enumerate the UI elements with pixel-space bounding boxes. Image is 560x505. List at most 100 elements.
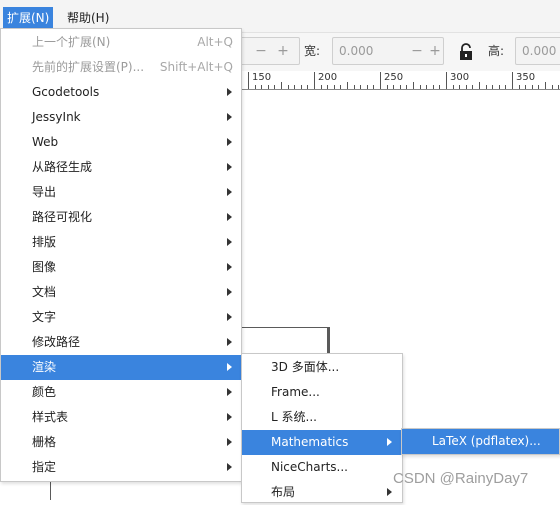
render-menu-item-l[interactable]: L 系统...	[242, 405, 402, 430]
submenu-arrow-icon	[227, 238, 232, 246]
extensions-menu: 上一个扩展(N) Alt+Q 先前的扩展设置(P)... Shift+Alt+Q Gco…	[0, 28, 242, 482]
ruler-tick	[307, 85, 309, 89]
render-menu-item-5[interactable]: 布局	[242, 480, 402, 505]
extensions-menu-item-15[interactable]: 样式表	[1, 405, 241, 430]
extensions-menu-item-17[interactable]: 指定	[1, 455, 241, 480]
extensions-menu-item-5[interactable]: 从路径生成	[1, 155, 241, 180]
ruler-tick	[479, 82, 480, 89]
ruler-tick	[545, 82, 546, 89]
submenu-arrow-icon	[387, 488, 392, 496]
menu-item-label: Gcodetools	[32, 85, 100, 99]
ruler-tick	[406, 85, 408, 89]
extensions-menu-item-11[interactable]: 文字	[1, 305, 241, 330]
horizontal-ruler[interactable]: 150 200 250 300 350	[242, 71, 560, 90]
height-label: 高:	[488, 44, 505, 58]
menu-item-label: Frame...	[271, 385, 320, 399]
menu-help[interactable]: 帮助(H)	[63, 7, 113, 29]
ruler-label: 200	[318, 72, 338, 83]
math-menu-item-latex-pdflatex[interactable]: LaTeX (pdflatex)...	[402, 429, 559, 454]
ruler-tick	[432, 85, 434, 89]
ruler-tick	[261, 85, 263, 89]
menu-extensions[interactable]: 扩展(N)	[3, 7, 54, 29]
submenu-arrow-icon	[227, 188, 232, 196]
extensions-menu-item-web[interactable]: Web	[1, 130, 241, 155]
ruler-tick	[538, 85, 540, 89]
extensions-menu-item-gcodetools[interactable]: Gcodetools	[1, 80, 241, 105]
ruler-label: 350	[516, 72, 536, 83]
menu-item-label: 排版	[32, 235, 57, 249]
menu-item-label: Mathematics	[271, 435, 349, 449]
ruler-tick	[254, 85, 256, 89]
menu-item-label: 指定	[32, 460, 57, 474]
ruler-tick	[353, 85, 355, 89]
ruler-tick	[320, 85, 322, 89]
width-spin-field[interactable]: 0.000 − +	[332, 37, 444, 65]
submenu-arrow-icon	[387, 438, 392, 446]
submenu-arrow-icon	[227, 438, 232, 446]
ruler-tick	[360, 85, 362, 89]
submenu-arrow-icon	[227, 88, 232, 96]
x-minus-button[interactable]: −	[253, 38, 269, 64]
page-border-shadow	[327, 327, 330, 354]
ruler-tick	[426, 85, 428, 89]
ruler-tick	[327, 85, 329, 89]
render-submenu: 3D 多面体... Frame... L 系统... Mathematics NiceC…	[241, 353, 403, 503]
extensions-menu-item-12[interactable]: 修改路径	[1, 330, 241, 355]
submenu-arrow-icon	[227, 463, 232, 471]
extensions-menu-item-7[interactable]: 路径可视化	[1, 205, 241, 230]
x-plus-button[interactable]: +	[275, 38, 291, 64]
extensions-menu-item-13[interactable]: 渲染	[1, 355, 241, 380]
submenu-arrow-icon	[227, 163, 232, 171]
ruler-tick	[393, 85, 395, 89]
submenu-arrow-icon	[227, 138, 232, 146]
extensions-menu-item-10[interactable]: 文档	[1, 280, 241, 305]
menu-item-label: 布局	[271, 485, 296, 499]
menu-item-label: Web	[32, 135, 59, 149]
render-menu-item-3d[interactable]: 3D 多面体...	[242, 355, 402, 380]
ruler-tick	[274, 85, 276, 89]
menu-item-label: 文字	[32, 310, 57, 324]
ruler-label: 300	[450, 72, 470, 83]
ruler-tick	[300, 85, 302, 89]
extensions-menu-item-14[interactable]: 颜色	[1, 380, 241, 405]
submenu-arrow-icon	[227, 363, 232, 371]
submenu-arrow-icon	[227, 113, 232, 121]
render-menu-item-mathematics[interactable]: Mathematics	[242, 430, 402, 455]
ruler-tick	[294, 85, 296, 89]
ruler-tick	[347, 82, 348, 89]
mathematics-submenu: LaTeX (pdflatex)...	[401, 428, 560, 455]
menu-item-shortcut: Shift+Alt+Q	[159, 60, 233, 74]
menu-item-label: 颜色	[32, 385, 57, 399]
menu-item-label: NiceCharts...	[271, 460, 348, 474]
extensions-menu-item-9[interactable]: 图像	[1, 255, 241, 280]
menu-item-label: 渲染	[32, 360, 57, 374]
width-plus-button[interactable]: +	[427, 38, 443, 64]
ruler-tick	[498, 85, 500, 89]
ruler-tick	[419, 85, 421, 89]
ruler-tick	[413, 82, 414, 89]
width-minus-button[interactable]: −	[409, 38, 425, 64]
height-spin-field[interactable]: 0.000	[515, 37, 560, 65]
height-value[interactable]: 0.000	[522, 38, 556, 64]
menu-item-label: JessyInk	[32, 110, 81, 124]
menu-item-shortcut: Alt+Q	[197, 35, 233, 49]
ruler-tick	[452, 85, 454, 89]
extensions-menu-item-8[interactable]: 排版	[1, 230, 241, 255]
render-menu-item-nicecharts[interactable]: NiceCharts...	[242, 455, 402, 480]
ruler-tick	[386, 85, 388, 89]
width-label: 宽:	[304, 44, 321, 58]
width-value[interactable]: 0.000	[339, 38, 373, 64]
ruler-tick	[492, 85, 494, 89]
extensions-menu-item-6[interactable]: 导出	[1, 180, 241, 205]
extensions-menu-item-16[interactable]: 栅格	[1, 430, 241, 455]
ruler-tick	[314, 72, 315, 89]
render-menu-item-frame[interactable]: Frame...	[242, 380, 402, 405]
ruler-label: 250	[384, 72, 404, 83]
lock-icon[interactable]	[458, 42, 474, 62]
menu-item-label: 文档	[32, 285, 57, 299]
page-border	[242, 327, 328, 328]
submenu-arrow-icon	[227, 388, 232, 396]
ruler-tick	[333, 85, 335, 89]
extensions-menu-item-jessyink[interactable]: JessyInk	[1, 105, 241, 130]
menu-item-label: 栅格	[32, 435, 57, 449]
